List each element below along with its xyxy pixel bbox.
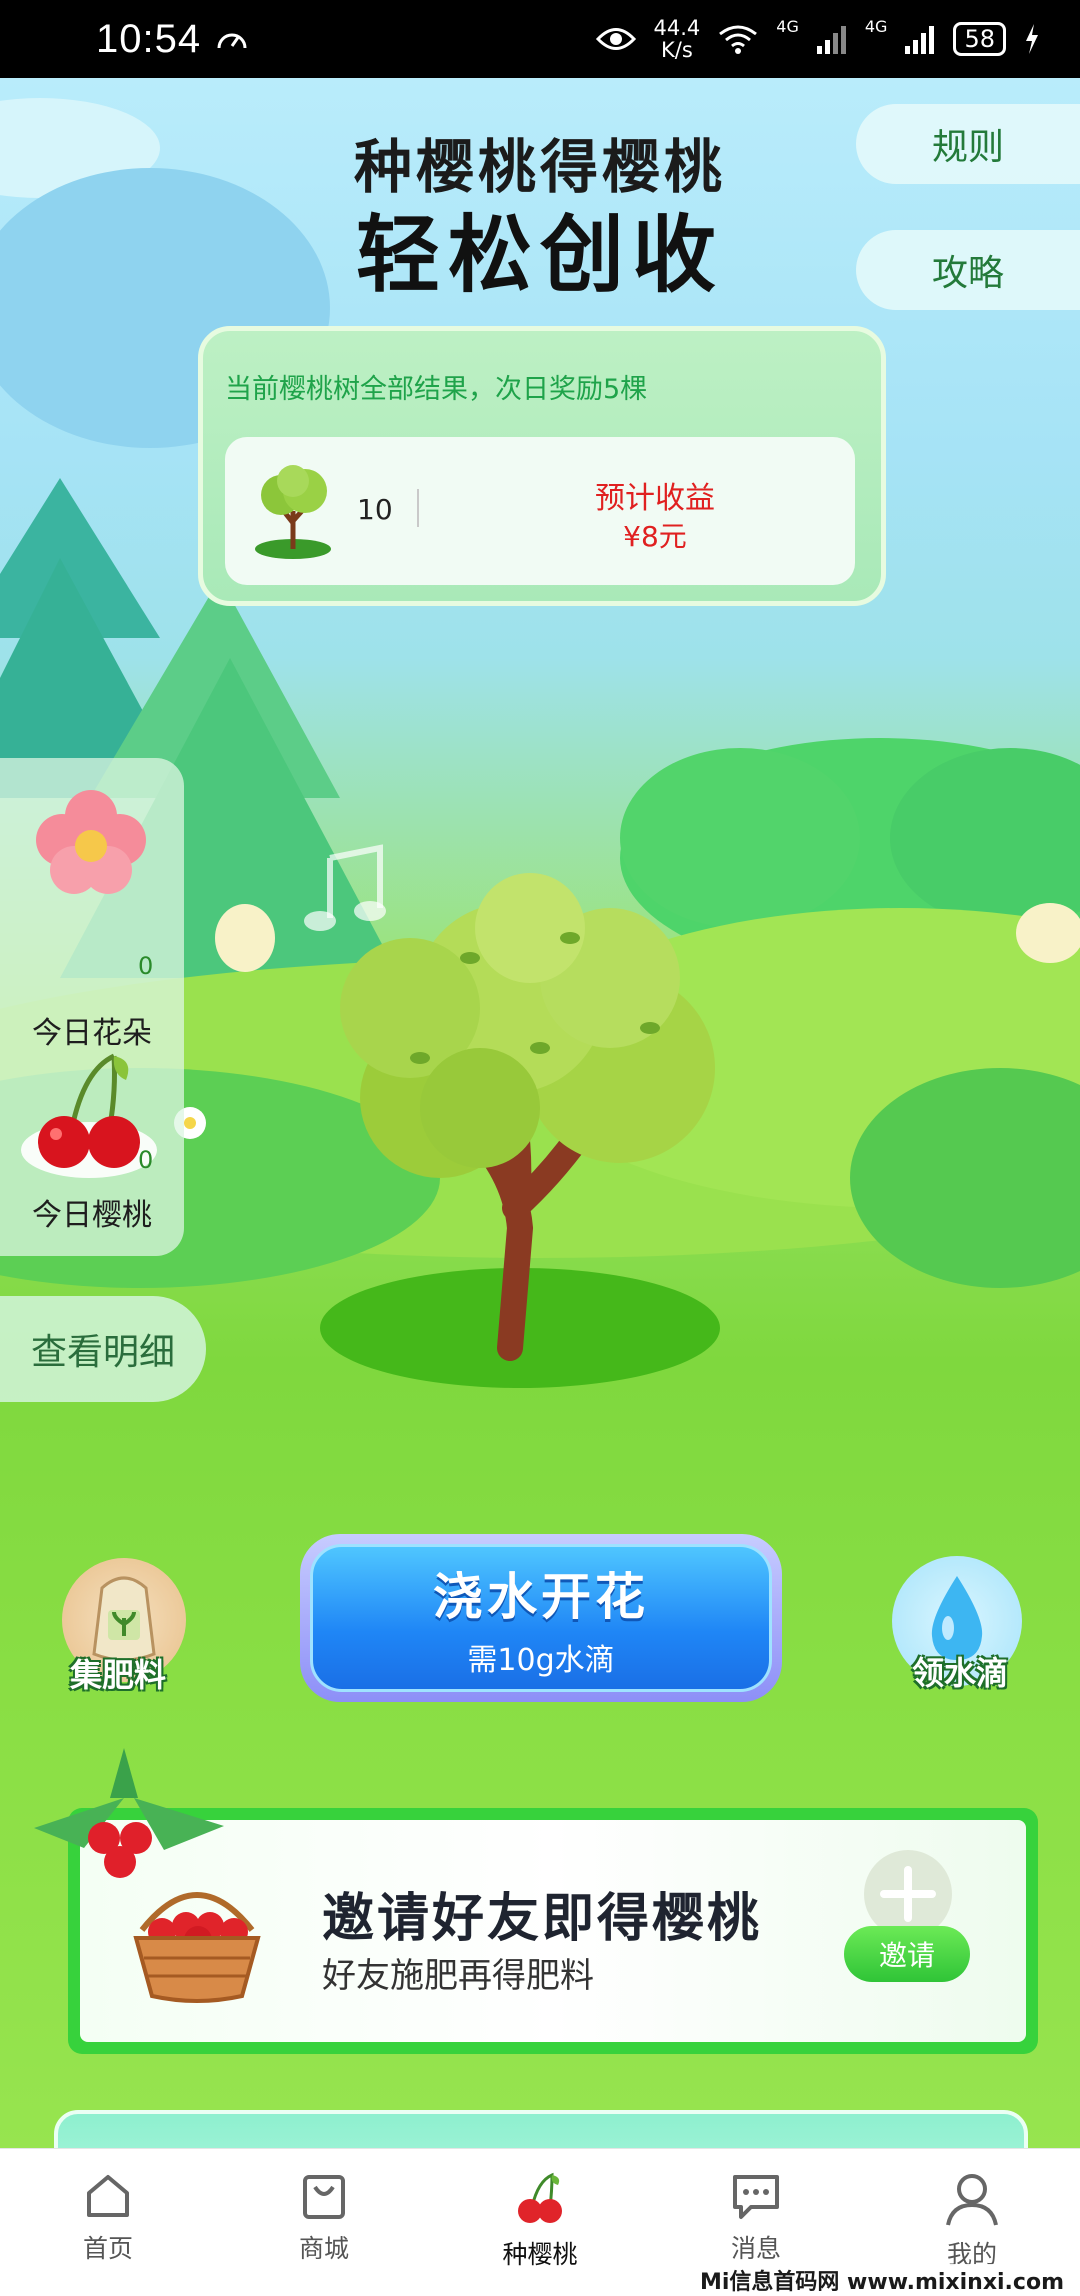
signal-label-1: 4G [776, 17, 799, 36]
message-icon [733, 2175, 779, 2219]
next-section-card [54, 2110, 1028, 2148]
rules-button[interactable]: 规则 [856, 104, 1080, 184]
home-icon [87, 2175, 129, 2217]
view-details-button[interactable]: 查看明细 [0, 1296, 206, 1402]
invite-button[interactable]: 邀请 [844, 1926, 970, 1982]
invite-title: 邀请好友即得樱桃 [322, 1889, 763, 1949]
water-button-label: 浇水开花 [433, 1568, 649, 1626]
network-speed: 44.4 K/s [653, 16, 701, 62]
battery-indicator: 58 [953, 22, 1006, 56]
clock: 10:54 [96, 16, 202, 61]
wifi-icon [719, 25, 758, 54]
cherry-tree[interactable] [310, 868, 770, 1428]
income-panel: 10 预计收益 ¥8元 [225, 437, 855, 585]
water-drop-label: 领水滴 [912, 1654, 1009, 1692]
speedometer-icon [217, 33, 247, 49]
flowers-count: 0 [138, 952, 154, 980]
signal-icon [816, 26, 846, 54]
flowers-label: 今日花朵 [32, 1016, 152, 1051]
signal-label-2: 4G [864, 17, 888, 36]
water-cost-label: 需10g水滴 [467, 1643, 615, 1678]
shopping-bag-icon [303, 2175, 345, 2219]
tab-home[interactable]: 首页 [0, 2149, 216, 2296]
holly-decoration [34, 1748, 224, 1878]
today-stats-panel: 0 今日花朵 0 今日樱桃 [0, 758, 184, 1256]
signal-icon [905, 26, 935, 54]
status-bar: 10:54 44.4 K/s 4G 4G 58 [0, 0, 1080, 78]
guide-button[interactable]: 攻略 [856, 230, 1080, 310]
tab-mall[interactable]: 商城 [216, 2149, 432, 2296]
tree-count: 10 [357, 493, 393, 526]
income-label: 预计收益 [595, 481, 715, 516]
tab-plant-cherry[interactable]: 种樱桃 [432, 2149, 648, 2296]
eye-icon [595, 28, 636, 50]
charging-icon [1026, 24, 1038, 54]
fertilizer-label: 集肥料 [70, 1656, 167, 1694]
cherries-label: 今日樱桃 [32, 1198, 152, 1233]
cherry-tree-info-card: 当前樱桃树全部结果，次日奖励5棵 10 预计收益 ¥8元 [198, 326, 886, 606]
income-value: ¥8元 [623, 520, 687, 553]
flower-icon [36, 790, 146, 894]
cherry-icon [518, 2172, 562, 2223]
cherry-game-scene: 种樱桃得樱桃 轻松创收 规则 攻略 当前樱桃树全部结果，次日奖励5棵 10 预计… [0, 78, 1080, 2148]
invite-subtitle: 好友施肥再得肥料 [322, 1956, 594, 1996]
watermark: Mi信息首码网 www.mixinxi.com [693, 2264, 1070, 2296]
reward-note: 当前樱桃树全部结果，次日奖励5棵 [225, 374, 648, 405]
profile-icon [946, 2174, 998, 2226]
cherries-count: 0 [138, 1146, 154, 1174]
small-tree-icon [255, 465, 331, 559]
water-bloom-button[interactable]: 浇水开花 需10g水滴 [300, 1534, 782, 1702]
divider [417, 489, 419, 527]
cherry-basket-icon [133, 1892, 261, 2003]
